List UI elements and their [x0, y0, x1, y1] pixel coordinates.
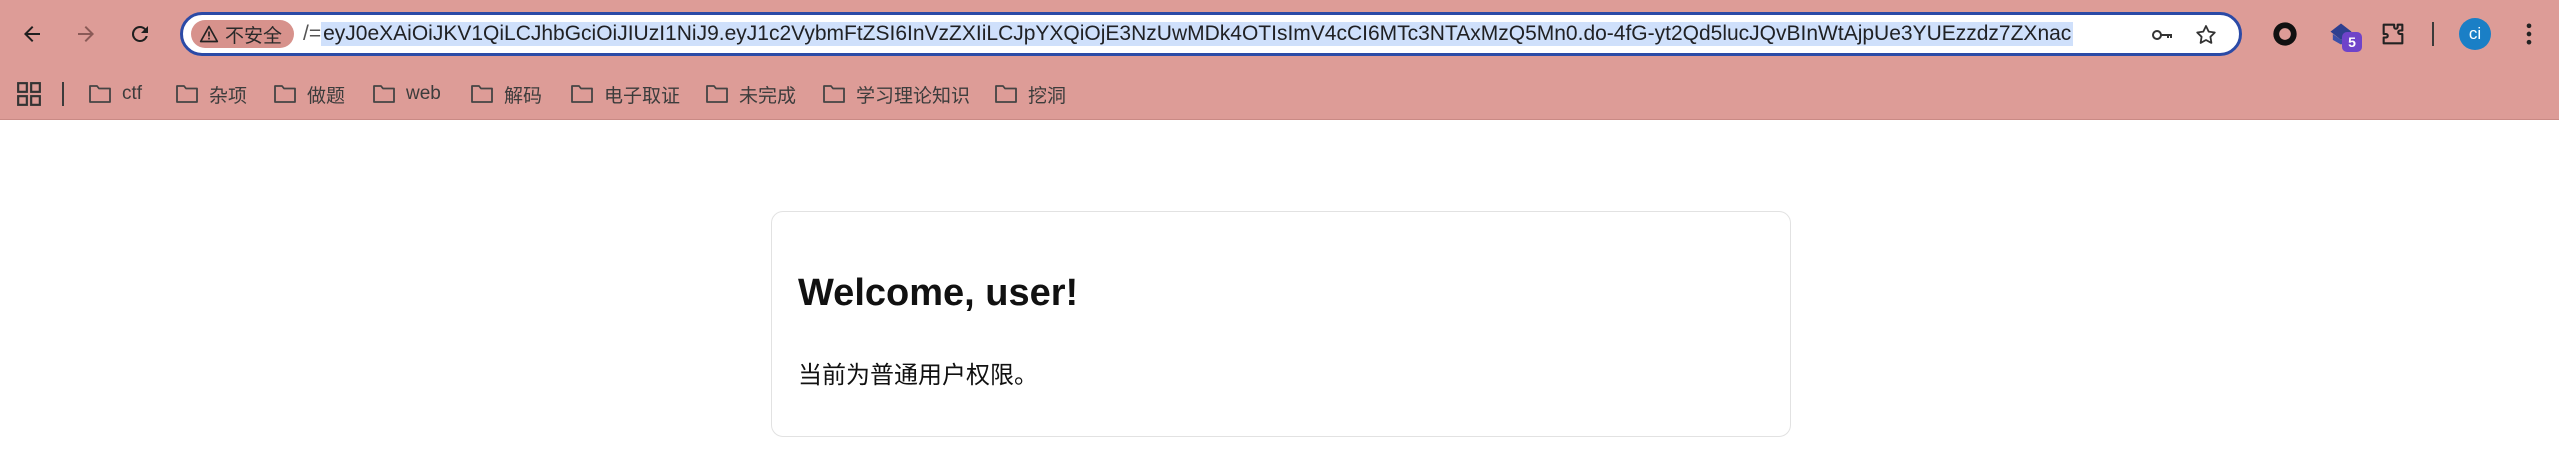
folder-icon: [176, 85, 198, 103]
reload-button[interactable]: [120, 14, 160, 54]
url-prefix: /=: [303, 22, 322, 45]
permission-message: 当前为普通用户权限。: [798, 362, 1038, 389]
security-indicator[interactable]: 不安全: [191, 20, 295, 48]
warning-icon: [199, 25, 219, 43]
folder-icon: [571, 85, 593, 103]
welcome-card: Welcome, user! 当前为普通用户权限。: [771, 211, 1791, 437]
reload-icon: [131, 25, 148, 42]
bookmark-folder[interactable]: 电子取证: [570, 80, 680, 108]
back-button[interactable]: [12, 14, 52, 54]
extension-circle-icon[interactable]: [2268, 17, 2302, 51]
folder-icon: [823, 85, 845, 103]
url-text: eyJ0eXAiOiJKV1QiLCJhbGciOiJIUzI1NiJ9.eyJ…: [321, 22, 2074, 46]
folder-icon: [471, 85, 493, 103]
bookmark-folder[interactable]: 学习理论知识: [822, 80, 970, 108]
bookmark-folder[interactable]: 挖洞: [994, 80, 1066, 108]
bookmark-label: 未完成: [739, 85, 797, 107]
bookmark-folder[interactable]: 解码: [470, 80, 542, 108]
page-heading: Welcome, user!: [798, 272, 1079, 314]
bookmark-folder[interactable]: 杂项: [175, 80, 247, 108]
bookmark-label: ctf: [122, 83, 143, 104]
security-label: 不安全: [225, 25, 283, 47]
bookmark-label: 解码: [504, 85, 543, 107]
bookmark-label: web: [406, 83, 441, 104]
bookmark-label: 电子取证: [604, 85, 681, 107]
folder-icon: [995, 85, 1017, 103]
bookmarks-bar: ctf 杂项 做题 web 解码 电子取证 未完成 学习理论知识 挖洞: [0, 68, 2559, 120]
forward-button[interactable]: [66, 14, 106, 54]
folder-icon: [706, 85, 728, 103]
folder-icon: [373, 85, 395, 103]
extensions-puzzle-icon[interactable]: [2376, 17, 2410, 51]
apps-grid-icon[interactable]: [16, 81, 42, 107]
bookmark-star-icon[interactable]: [2193, 22, 2219, 48]
address-bar[interactable]: 不安全 /= eyJ0eXAiOiJKV1QiLCJhbGciOiJIUzI1N…: [180, 12, 2242, 56]
bookmark-folder[interactable]: web: [372, 80, 441, 108]
bookmark-label: 学习理论知识: [856, 85, 971, 107]
bookmarks-divider: [62, 82, 64, 106]
bookmark-label: 杂项: [209, 85, 248, 107]
folder-icon: [274, 85, 296, 103]
url-display[interactable]: /= eyJ0eXAiOiJKV1QiLCJhbGciOiJIUzI1NiJ9.…: [303, 15, 2143, 53]
bookmark-label: 做题: [307, 85, 346, 107]
browser-toolbar: 不安全 /= eyJ0eXAiOiJKV1QiLCJhbGciOiJIUzI1N…: [0, 0, 2559, 68]
bookmark-folder[interactable]: 未完成: [705, 80, 796, 108]
arrow-left-icon: [24, 26, 40, 42]
folder-icon: [89, 85, 111, 103]
bookmark-label: 挖洞: [1028, 85, 1067, 107]
password-key-icon[interactable]: [2149, 22, 2175, 48]
bookmark-folder[interactable]: ctf: [88, 80, 142, 108]
toolbar-divider: [2432, 22, 2434, 46]
bookmark-folder[interactable]: 做题: [273, 80, 345, 108]
arrow-right-icon: [78, 26, 94, 42]
extension-badge: 5: [2342, 32, 2362, 52]
profile-avatar[interactable]: ci: [2459, 18, 2491, 50]
more-menu-icon[interactable]: [2512, 17, 2546, 51]
